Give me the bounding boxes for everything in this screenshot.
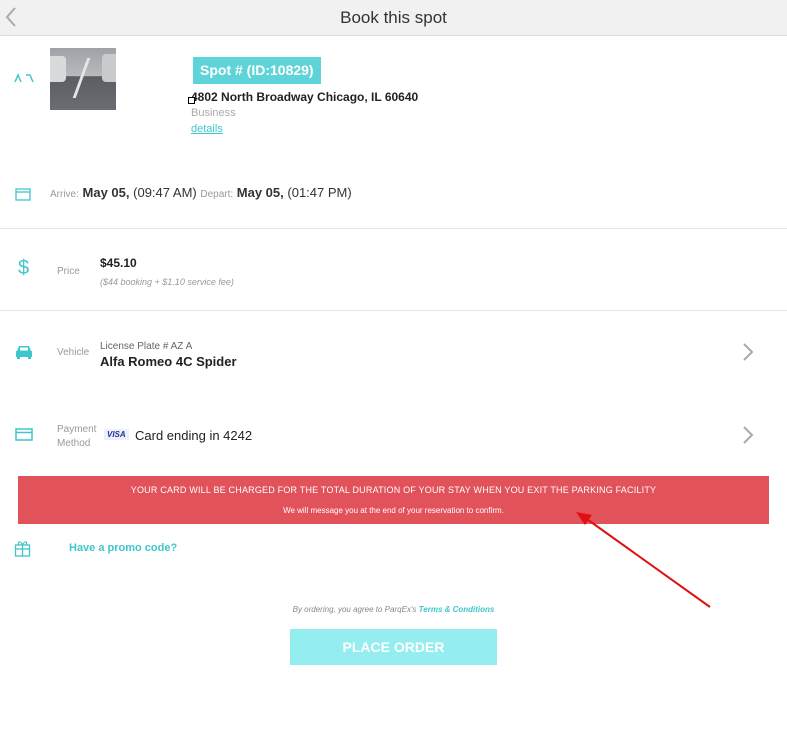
page-title: Book this spot (340, 8, 447, 27)
car-icon (16, 346, 32, 359)
calendar-icon (15, 188, 31, 201)
divider (0, 228, 787, 229)
payment-method-label: Payment Method (57, 424, 97, 449)
annotation-arrow-icon (576, 512, 711, 608)
depart-label: Depart: (200, 189, 234, 200)
vehicle-name[interactable]: Alfa Romeo 4C Spider (100, 354, 237, 369)
spot-type: Business (191, 107, 236, 119)
arrive-date: May 05, (82, 185, 130, 200)
arrive-time: (09:47 AM) (133, 185, 197, 200)
spot-photo[interactable] (50, 48, 116, 110)
price-breakdown: ($44 booking + $1.10 service fee) (100, 277, 234, 287)
depart-date: May 05, (236, 185, 284, 200)
price-label: Price (57, 266, 80, 277)
place-order-button[interactable]: PLACE ORDER (290, 629, 497, 665)
visa-logo-icon: VISA (104, 429, 129, 440)
terms-link[interactable]: Terms & Conditions (419, 605, 495, 614)
chevron-up-icon[interactable] (13, 72, 35, 84)
license-plate: License Plate # AZ A (100, 341, 193, 352)
top-bar: Book this spot (0, 0, 787, 36)
divider (0, 310, 787, 311)
spot-address: 4802 North Broadway Chicago, IL 60640 (191, 90, 419, 104)
gift-icon (14, 541, 31, 557)
mouse-cursor-icon (188, 97, 195, 104)
card-ending[interactable]: Card ending in 4242 (135, 428, 252, 443)
dollar-icon: $ (18, 257, 30, 279)
chevron-right-icon[interactable] (741, 425, 755, 445)
details-link[interactable]: details (191, 123, 223, 135)
arrive-label: Arrive: (50, 189, 79, 200)
spot-id-badge: Spot # (ID:10829) (193, 57, 321, 84)
depart-time: (01:47 PM) (287, 185, 352, 200)
vehicle-label: Vehicle (57, 347, 90, 358)
schedule-line[interactable]: Arrive: May 05, (09:47 AM) Depart: May 0… (50, 185, 352, 200)
charge-notice-text: YOUR CARD WILL BE CHARGED FOR THE TOTAL … (130, 485, 657, 495)
chevron-right-icon[interactable] (741, 342, 755, 362)
promo-code-link[interactable]: Have a promo code? (69, 542, 177, 554)
price-value: $45.10 (100, 256, 137, 270)
credit-card-icon (15, 428, 33, 441)
